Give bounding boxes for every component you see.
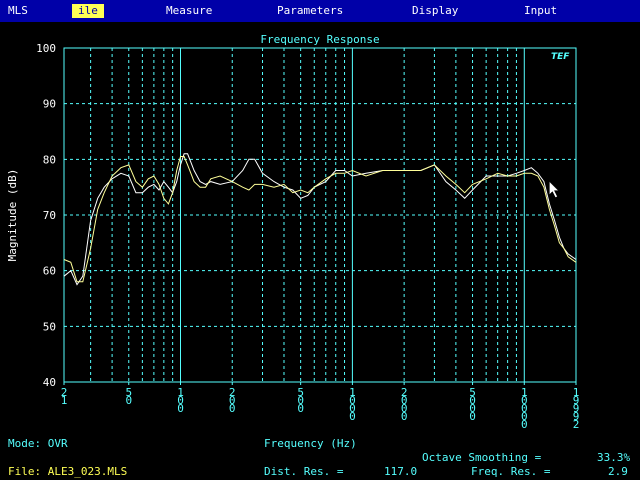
tef-logo-text: TEF [551, 52, 570, 62]
plot-frame [63, 47, 577, 383]
x-tick-label: 21 [61, 386, 68, 407]
y-axis-label: Magnitude (dB) [6, 169, 19, 262]
mouse-cursor-icon [549, 180, 560, 198]
menu-item-display[interactable]: Display [412, 4, 458, 18]
y-tick-label: 90 [43, 98, 56, 111]
file-label: File: ALE3_023.MLS [8, 465, 128, 478]
tef-logo: TEF [551, 52, 570, 62]
response-trace-2 [63, 156, 577, 283]
x-tick-label: 100 [177, 386, 184, 415]
y-tick-label: 80 [43, 153, 56, 166]
x-tick-label: 2000 [401, 386, 408, 423]
dist-res-value: 117.0 [384, 465, 418, 478]
octave-smoothing-value: 33.3% [597, 451, 631, 464]
y-tick-label: 100 [36, 42, 56, 55]
y-tick-label: 40 [43, 376, 56, 389]
dist-res-label: Dist. Res. = [264, 465, 344, 478]
menu-item-mls[interactable]: MLS [8, 4, 28, 18]
octave-smoothing-label: Octave Smoothing = [422, 451, 542, 464]
mode-label: Mode: OVR [8, 437, 68, 450]
freq-res-value: 2.9 [608, 465, 628, 478]
chart-grid [64, 48, 576, 382]
menu-item-file[interactable]: ile [72, 4, 104, 18]
y-tick-labels: 40 50 60 70 80 90 100 [36, 42, 56, 389]
x-tick-label: 10000 [521, 386, 528, 431]
x-tick-label: 50 [125, 386, 132, 407]
y-tick-label: 50 [43, 320, 56, 333]
menu-item-measure[interactable]: Measure [166, 4, 212, 18]
menu-item-parameters[interactable]: Parameters [277, 4, 343, 18]
x-tick-label: 19992 [573, 386, 580, 431]
x-tick-label: 200 [229, 386, 236, 415]
x-tick-label: 1000 [349, 386, 356, 423]
y-tick-label: 70 [43, 209, 56, 222]
x-tick-labels: 2 1 5 0 1 0 0 2 0 0 5 0 0 1 0 0 0 2 0 0 0 5 0 0 0 1 0 0 0 0 1 9 9 9 2 [61, 382, 580, 431]
frequency-response-chart: Frequency Response 40 50 60 70 80 90 100 2 1 5 0 1… [6, 33, 580, 431]
menu-bar: MLS ile Measure Parameters Display Input [0, 0, 640, 22]
menu-item-input[interactable]: Input [524, 4, 557, 18]
x-tick-label: 5000 [469, 386, 476, 423]
y-tick-label: 60 [43, 265, 56, 278]
x-axis-label: Frequency (Hz) [264, 437, 357, 450]
chart-title: Frequency Response [260, 33, 379, 46]
traces [63, 153, 577, 286]
freq-res-label: Freq. Res. = [471, 465, 551, 478]
x-tick-label: 500 [297, 386, 304, 415]
